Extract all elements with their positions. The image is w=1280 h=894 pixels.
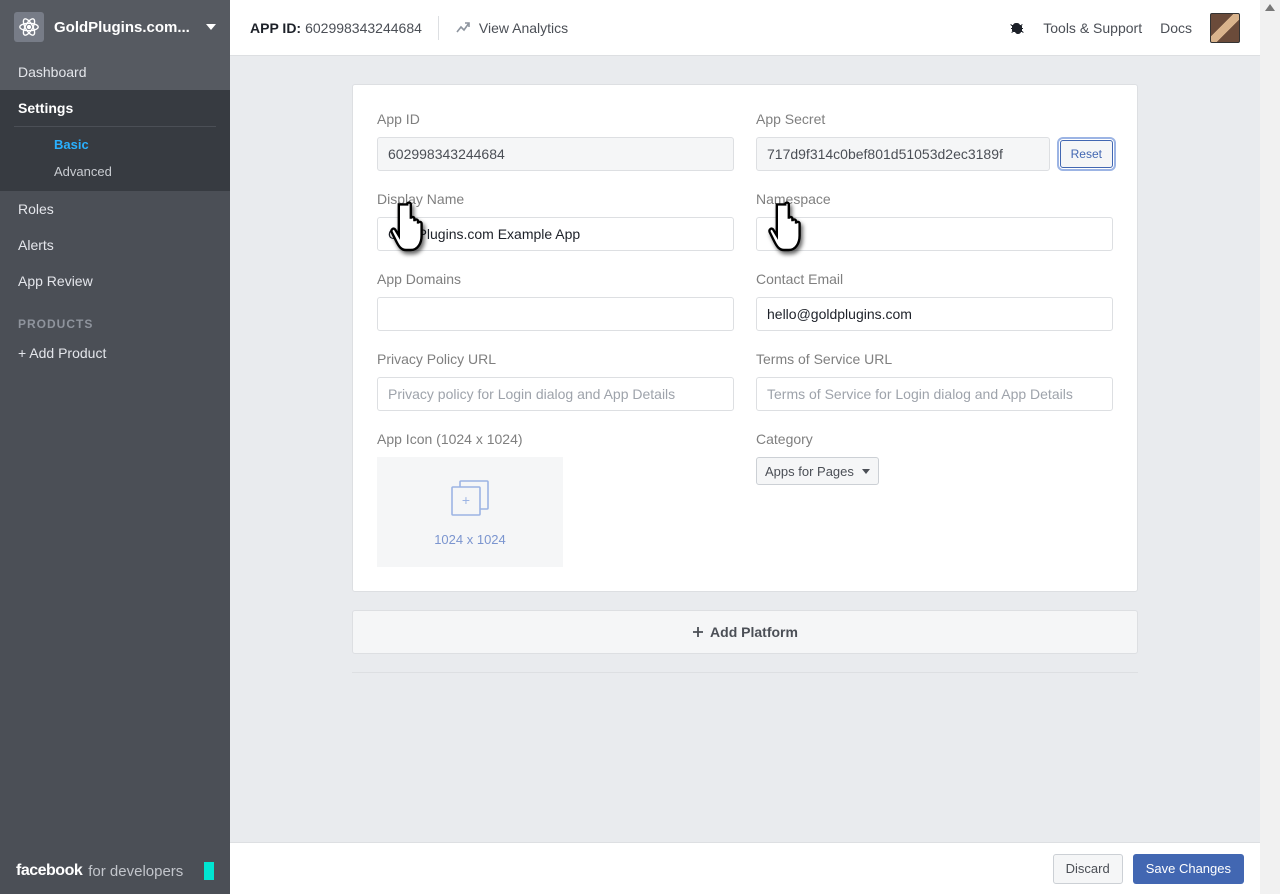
app-secret-field[interactable]: 717d9f314c0bef801d51053d2ec3189f [756, 137, 1050, 171]
scrollbar[interactable] [1260, 0, 1280, 894]
app-secret-field-label: App Secret [756, 111, 1113, 127]
category-select[interactable]: Apps for Pages [756, 457, 879, 485]
app-id-field-label: App ID [377, 111, 734, 127]
products-heading: PRODUCTS [0, 299, 230, 337]
chevron-down-icon [206, 24, 216, 30]
tools-support-link[interactable]: Tools & Support [1043, 20, 1142, 36]
sidebar-subitem-basic[interactable]: Basic [14, 131, 216, 158]
content: App ID 602998343244684 App Secret 717d9f… [230, 56, 1260, 842]
display-name-input[interactable] [377, 217, 734, 251]
bug-report-icon[interactable] [1009, 20, 1025, 36]
category-label: Category [756, 431, 1113, 447]
app-icon-hint: 1024 x 1024 [434, 532, 506, 547]
sidebar-item-alerts[interactable]: Alerts [0, 227, 230, 263]
app-name: GoldPlugins.com... [54, 19, 200, 36]
chevron-down-icon [862, 469, 870, 474]
tos-url-label: Terms of Service URL [756, 351, 1113, 367]
save-changes-button[interactable]: Save Changes [1133, 854, 1244, 884]
sidebar-footer[interactable]: facebook for developers [0, 848, 230, 894]
settings-submenu: Basic Advanced [14, 126, 216, 191]
add-platform-label: Add Platform [710, 624, 798, 640]
avatar[interactable] [1210, 13, 1240, 43]
sidebar-item-roles[interactable]: Roles [0, 191, 230, 227]
status-chip-icon [204, 862, 214, 880]
display-name-label: Display Name [377, 191, 734, 207]
contact-email-input[interactable] [756, 297, 1113, 331]
add-platform-button[interactable]: Add Platform [352, 610, 1138, 654]
category-value: Apps for Pages [765, 464, 854, 479]
divider [438, 16, 439, 40]
tos-url-input[interactable] [756, 377, 1113, 411]
sidebar-item-settings[interactable]: Settings [0, 90, 230, 126]
settings-card: App ID 602998343244684 App Secret 717d9f… [352, 84, 1138, 592]
docs-link[interactable]: Docs [1160, 20, 1192, 36]
divider [352, 672, 1138, 673]
svg-text:+: + [462, 492, 470, 508]
app-icon-label: App Icon (1024 x 1024) [377, 431, 734, 447]
app-domains-label: App Domains [377, 271, 734, 287]
namespace-input[interactable] [756, 217, 1113, 251]
app-icon-upload[interactable]: + 1024 x 1024 [377, 457, 563, 567]
privacy-url-label: Privacy Policy URL [377, 351, 734, 367]
reset-secret-button[interactable]: Reset [1060, 140, 1113, 168]
add-product-button[interactable]: + Add Product [0, 337, 230, 369]
main: APP ID: 602998343244684 View Analytics T… [230, 0, 1260, 894]
contact-email-label: Contact Email [756, 271, 1113, 287]
app-id-value: 602998343244684 [305, 20, 422, 36]
sidebar-item-dashboard[interactable]: Dashboard [0, 54, 230, 90]
privacy-url-input[interactable] [377, 377, 734, 411]
app-logo-icon [14, 12, 44, 42]
view-analytics-link[interactable]: View Analytics [455, 20, 568, 36]
app-domains-input[interactable] [377, 297, 734, 331]
discard-button[interactable]: Discard [1053, 854, 1123, 884]
app-switcher[interactable]: GoldPlugins.com... [0, 0, 230, 54]
topbar: APP ID: 602998343244684 View Analytics T… [230, 0, 1260, 56]
bottom-bar: Discard Save Changes [230, 842, 1260, 894]
namespace-label: Namespace [756, 191, 1113, 207]
app-id-label: APP ID: [250, 20, 301, 36]
sidebar-subitem-advanced[interactable]: Advanced [14, 158, 216, 185]
view-analytics-label: View Analytics [479, 20, 568, 36]
app-id-field[interactable]: 602998343244684 [377, 137, 734, 171]
analytics-icon [455, 20, 471, 36]
sidebar: GoldPlugins.com... Dashboard Settings Ba… [0, 0, 230, 894]
image-placeholder-icon: + [446, 477, 494, 520]
plus-icon [692, 626, 704, 638]
sidebar-item-app-review[interactable]: App Review [0, 263, 230, 299]
for-developers-text: for developers [88, 863, 183, 880]
facebook-logo-text: facebook [16, 862, 82, 880]
